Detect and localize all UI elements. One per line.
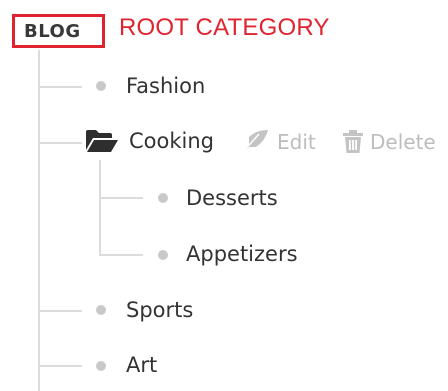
subtree-branch-line: [99, 254, 143, 256]
tree-branch-line: [38, 310, 82, 312]
delete-label: Delete: [370, 130, 436, 154]
bullet-icon: [96, 305, 106, 315]
bullet-icon: [96, 81, 106, 91]
delete-button[interactable]: Delete: [342, 129, 436, 155]
blog-badge[interactable]: BLOG: [12, 14, 105, 48]
tree-item-label[interactable]: Appetizers: [186, 244, 298, 265]
tree-item-label[interactable]: Art: [126, 355, 157, 376]
bullet-icon: [158, 193, 168, 203]
trash-icon: [343, 130, 363, 153]
tree-trunk-line: [38, 50, 40, 391]
bullet-icon: [96, 361, 106, 371]
feather-pen-icon: [240, 130, 268, 155]
tree-branch-line: [38, 365, 82, 367]
tree-item-label[interactable]: Cooking: [129, 131, 214, 152]
subtree-trunk-line: [99, 160, 101, 256]
tree-item-label[interactable]: Fashion: [126, 76, 205, 97]
tree-item-label[interactable]: Desserts: [186, 188, 278, 209]
tree-item-label[interactable]: Sports: [126, 300, 193, 321]
folder-open-icon[interactable]: [85, 128, 119, 154]
edit-label: Edit: [277, 130, 316, 154]
subtree-branch-line: [99, 197, 143, 199]
tree-branch-line: [38, 86, 82, 88]
bullet-icon: [158, 250, 168, 260]
blog-badge-label: BLOG: [24, 21, 81, 42]
tree-branch-line: [38, 142, 82, 144]
edit-button[interactable]: Edit: [239, 129, 316, 155]
root-category-label: ROOT CATEGORY: [119, 14, 330, 41]
